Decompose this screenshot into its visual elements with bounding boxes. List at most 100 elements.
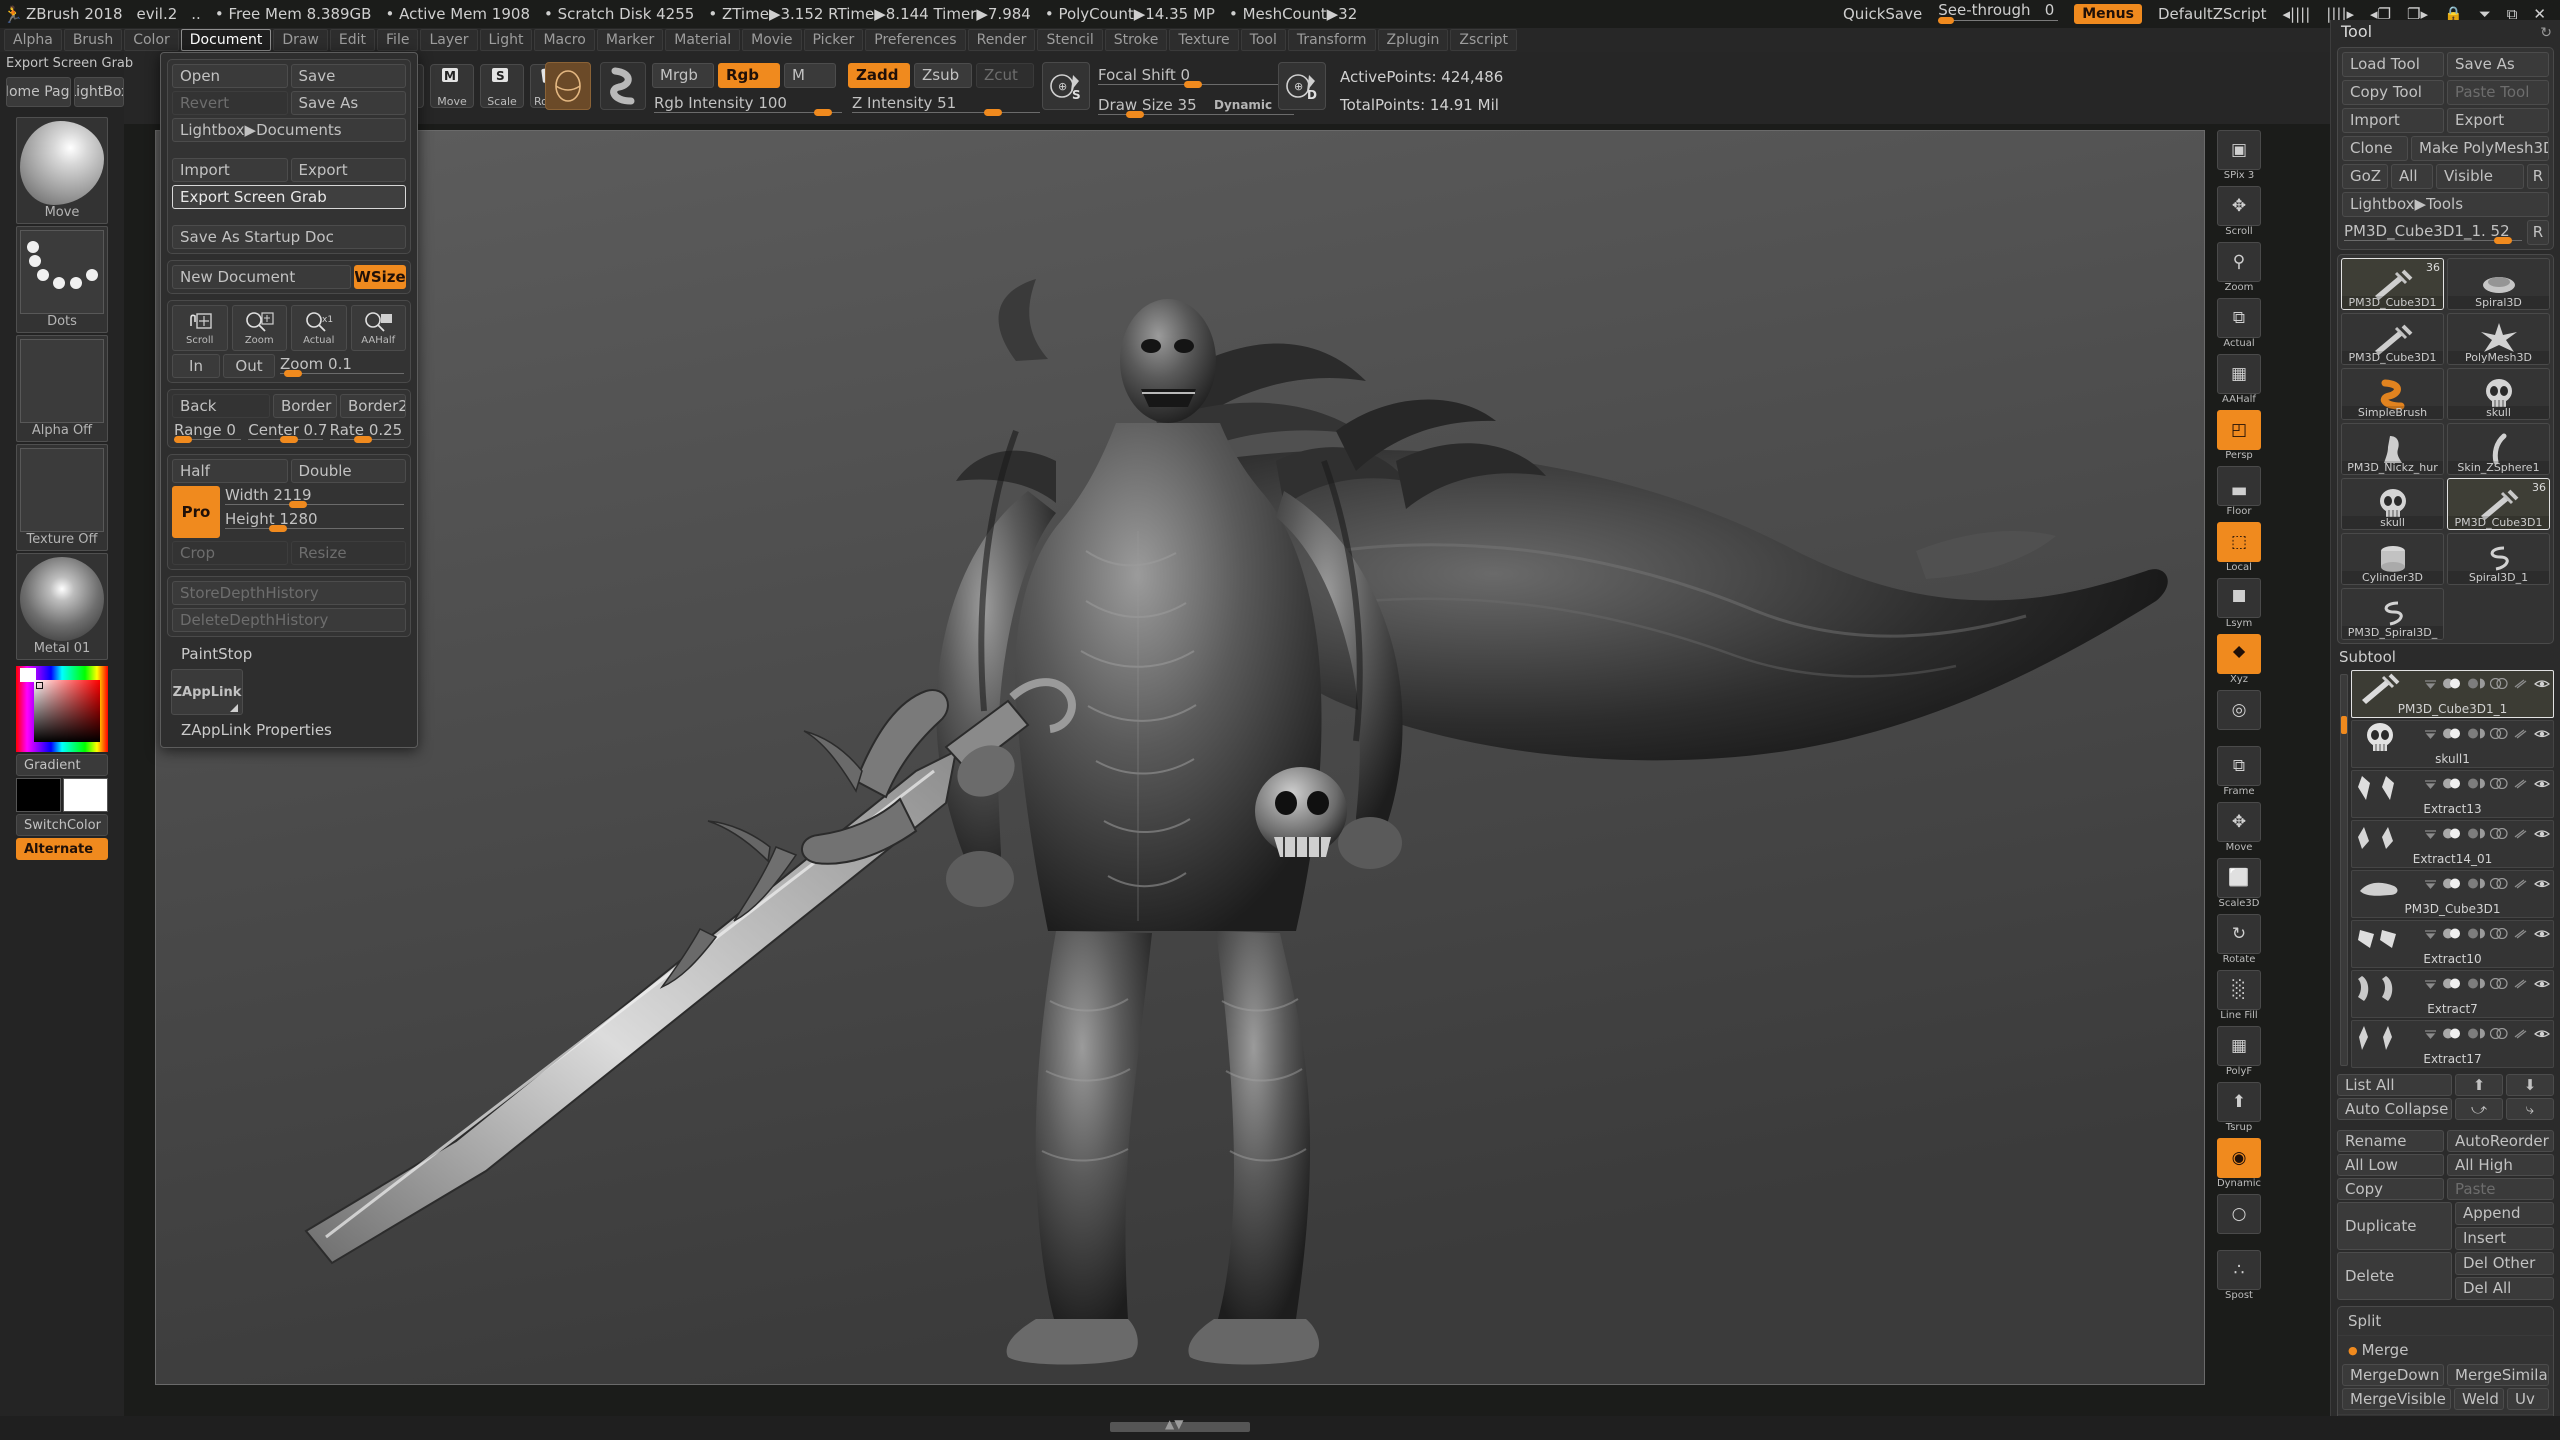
scale-mode-button[interactable]: S Scale	[480, 64, 524, 108]
subtool-polyframe-icon[interactable]	[2467, 974, 2485, 993]
paintstop-label[interactable]: PaintStop	[167, 643, 411, 663]
subtool-row[interactable]: Extract10	[2351, 920, 2554, 968]
viewport-icon-scale3d[interactable]: ⬜Scale3D	[2217, 858, 2261, 898]
arrow-up-icon[interactable]: ⬆	[2455, 1074, 2503, 1096]
doc-double-button[interactable]: Double	[291, 459, 407, 483]
subtool-paint-icon[interactable]	[2513, 874, 2529, 893]
doc-border2-button[interactable]: Border2	[340, 394, 406, 418]
viewport-icon-linefill[interactable]: ░Line Fill	[2217, 970, 2261, 1010]
color-wheel-icon[interactable]	[16, 666, 108, 752]
primary-color-swatch[interactable]	[16, 778, 61, 812]
mergevisible-button[interactable]: MergeVisible	[2342, 1388, 2451, 1410]
subtool-visibility-dots-icon[interactable]	[2442, 674, 2462, 693]
subtool-transparency-icon[interactable]	[2490, 824, 2508, 843]
subtool-visibility-dots-icon[interactable]	[2442, 824, 2462, 843]
tool-thumb-0[interactable]: 36PM3D_Cube3D1	[2341, 258, 2444, 310]
subtool-transparency-icon[interactable]	[2490, 724, 2508, 743]
menu-item-zscript[interactable]: Zscript	[1450, 29, 1517, 51]
subtool-arrow-icon[interactable]	[2424, 774, 2437, 793]
subtool-paint-icon[interactable]	[2513, 674, 2529, 693]
switch-color-button[interactable]: SwitchColor	[16, 814, 108, 836]
tool-thumb-9[interactable]: 36PM3D_Cube3D1	[2447, 478, 2550, 530]
tool-thumb-4[interactable]: SimpleBrush	[2341, 368, 2444, 420]
subtool-eye-icon[interactable]	[2534, 1024, 2550, 1043]
subtool-eye-icon[interactable]	[2534, 774, 2550, 793]
menu-item-color[interactable]: Color	[124, 29, 179, 51]
subtool-paint-icon[interactable]	[2513, 724, 2529, 743]
bottom-scrollbar[interactable]: ▲▼	[0, 1416, 2560, 1440]
tool-thumb-12[interactable]: PM3D_Spiral3D_	[2341, 588, 2444, 640]
viewport-icon-local[interactable]: ⬚Local	[2217, 522, 2261, 562]
mrgb-button[interactable]: Mrgb	[652, 63, 714, 88]
tool-slider-r-button[interactable]: R	[2527, 220, 2549, 245]
subtool-paint-icon[interactable]	[2513, 774, 2529, 793]
subtool-row[interactable]: Extract7	[2351, 970, 2554, 1018]
split-row[interactable]: Split	[2338, 1307, 2553, 1335]
viewport-icon-persp2[interactable]: ○	[2217, 1194, 2261, 1234]
focal-shift-slider[interactable]: Focal Shift 0	[1096, 66, 1296, 88]
paste-tool-button[interactable]: Paste Tool	[2447, 80, 2549, 105]
tool-thumb-10[interactable]: Cylinder3D	[2341, 533, 2444, 585]
quicksave-button[interactable]: QuickSave	[1843, 5, 1922, 23]
menu-item-document[interactable]: Document	[181, 29, 272, 51]
subtool-visibility-dots-icon[interactable]	[2442, 874, 2462, 893]
viewport-icon-spix[interactable]: ▣SPix 3	[2217, 130, 2261, 170]
subtool-visibility-dots-icon[interactable]	[2442, 774, 2462, 793]
doc-actual-button[interactable]: x1 Actual	[291, 305, 347, 351]
doc-save-as-button[interactable]: Save As	[291, 91, 407, 115]
doc-zoom-slider[interactable]: Zoom 0.1	[278, 355, 406, 377]
menu-item-preferences[interactable]: Preferences	[865, 29, 965, 51]
subtool-arrow-icon[interactable]	[2424, 724, 2437, 743]
zapplink-expand-icon[interactable]	[230, 704, 238, 712]
tool-index-slider[interactable]: PM3D_Cube3D1_1. 52	[2342, 222, 2524, 244]
subtool-row[interactable]: PM3D_Cube3D1_1	[2351, 670, 2554, 718]
doc-scroll-button[interactable]: Scroll	[172, 305, 228, 351]
list-all-button[interactable]: List All	[2337, 1074, 2452, 1096]
doc-zoom-button[interactable]: Zoom	[232, 305, 288, 351]
current-material-swatch[interactable]	[600, 62, 646, 110]
del-all-button[interactable]: Del All	[2455, 1277, 2554, 1300]
doc-open-button[interactable]: Open	[172, 64, 288, 88]
lightbox-tools-button[interactable]: Lightbox▶Tools	[2342, 192, 2549, 217]
all-low-button[interactable]: All Low	[2337, 1154, 2444, 1176]
doc-import-button[interactable]: Import	[172, 158, 288, 182]
subtool-eye-icon[interactable]	[2534, 974, 2550, 993]
menu-item-render[interactable]: Render	[968, 29, 1036, 51]
menu-item-stencil[interactable]: Stencil	[1037, 29, 1102, 51]
paste-subtool-button[interactable]: Paste	[2447, 1178, 2554, 1200]
viewport-icon-floor[interactable]: ▃Floor	[2217, 466, 2261, 506]
subtool-paint-icon[interactable]	[2513, 1024, 2529, 1043]
tool-thumb-5[interactable]: skull	[2447, 368, 2550, 420]
subtool-polyframe-icon[interactable]	[2467, 1024, 2485, 1043]
subtool-paint-icon[interactable]	[2513, 824, 2529, 843]
uv-button[interactable]: Uv	[2507, 1388, 2549, 1410]
color-sv-square[interactable]	[34, 680, 100, 742]
rename-button[interactable]: Rename	[2337, 1130, 2444, 1152]
tool-panel-refresh-icon[interactable]: ↻	[2540, 25, 2552, 41]
viewport-icon-lsym[interactable]: ⯀Lsym	[2217, 578, 2261, 618]
viewport-icon-spost[interactable]: ∴Spost	[2217, 1250, 2261, 1290]
arrow-turn-right-icon[interactable]: ⤻	[2455, 1098, 2503, 1120]
subtool-transparency-icon[interactable]	[2490, 924, 2508, 943]
viewport-icon-polyf[interactable]: ▦PolyF	[2217, 1026, 2261, 1066]
doc-save-as-startup-button[interactable]: Save As Startup Doc	[172, 225, 406, 249]
delete-depth-history-button[interactable]: DeleteDepthHistory	[172, 608, 406, 632]
viewport-icon-aahalf[interactable]: ▦AAHalf	[2217, 354, 2261, 394]
doc-half-button[interactable]: Half	[172, 459, 288, 483]
tool-thumb-6[interactable]: PM3D_Nickz_hur	[2341, 423, 2444, 475]
menu-item-picker[interactable]: Picker	[804, 29, 864, 51]
menu-item-transform[interactable]: Transform	[1288, 29, 1376, 51]
texture-selector[interactable]: Texture Off	[16, 444, 108, 551]
menu-item-draw[interactable]: Draw	[273, 29, 328, 51]
autoreorder-button[interactable]: AutoReorder	[2447, 1130, 2554, 1152]
doc-height-slider[interactable]: Height 1280	[223, 510, 406, 532]
goz-r-button[interactable]: R	[2527, 164, 2549, 189]
subtool-eye-icon[interactable]	[2534, 824, 2550, 843]
rgb-intensity-slider[interactable]: Rgb Intensity 100	[652, 94, 844, 116]
subtool-transparency-icon[interactable]	[2490, 774, 2508, 793]
export-tool-button[interactable]: Export	[2447, 108, 2549, 133]
subtool-visibility-dots-icon[interactable]	[2442, 1024, 2462, 1043]
new-document-button[interactable]: New Document	[172, 265, 351, 289]
subtool-transparency-icon[interactable]	[2490, 974, 2508, 993]
zadd-button[interactable]: Zadd	[848, 63, 910, 88]
